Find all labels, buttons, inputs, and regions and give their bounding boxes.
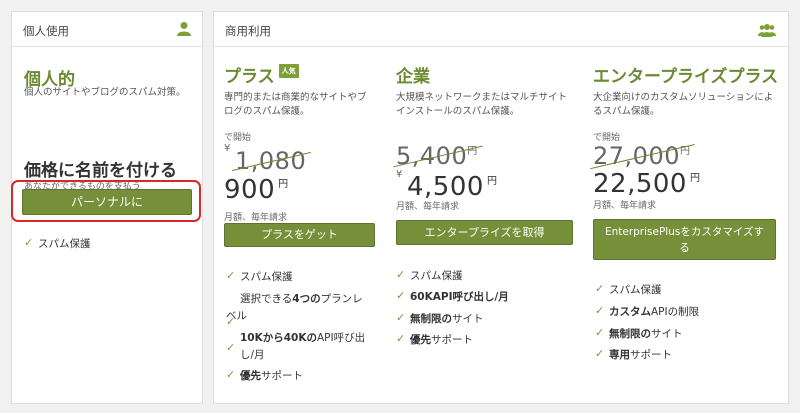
commercial-header-title: 商用利用 bbox=[225, 24, 271, 38]
check-icon: ✓ bbox=[396, 311, 406, 324]
check-icon: ✓ bbox=[396, 289, 406, 302]
plus-new-price-wrap: 900 円 bbox=[224, 175, 288, 205]
personal-plan-desc: 個人のサイトやブログのスパム対策。 bbox=[24, 87, 186, 98]
plus-old-price-wrap: 1,080 bbox=[231, 147, 312, 175]
plus-plan-name: プラス 人気 bbox=[224, 62, 384, 87]
enterprise-plus-plan: エンタープライズプラス 大企業向けのカスタムソリューションによ るスパム保護。 bbox=[593, 62, 783, 119]
name-price-heading: 価格に名前を付ける bbox=[24, 161, 177, 181]
enterprise-plus-old-price-wrap: 27,000円 bbox=[590, 142, 696, 170]
enterprise-plus-billing: 月額、毎年請求 bbox=[593, 201, 657, 211]
plus-old-price: 1,080 bbox=[231, 147, 312, 175]
user-icon bbox=[177, 21, 191, 40]
enterprise-price-unit: 円 bbox=[486, 176, 497, 187]
personal-header-title: 個人使用 bbox=[23, 24, 69, 38]
enterprise-new-price-wrap: 4,500 円 bbox=[407, 172, 497, 202]
enterprise-plus-plan-desc: 大企業向けのカスタムソリューションによ るスパム保護。 bbox=[593, 92, 774, 117]
enterprise-plus-feature-item: ✓ カスタム APIの制限 bbox=[595, 304, 700, 318]
enterprise-currency: ¥ bbox=[396, 169, 403, 180]
plus-feature-item: ✓ スパム保護 bbox=[226, 269, 293, 283]
enterprise-feature-item: ✓ 優先 サポート bbox=[396, 332, 473, 346]
enterprise-plus-feature-item: ✓ 専用 サポート bbox=[595, 347, 672, 361]
enterprise-feature-item: ✓ 無制限の サイト bbox=[396, 311, 484, 325]
check-icon: ✓ bbox=[396, 332, 406, 345]
plus-plan-desc: 専門的または商業的なサイトやブ ログのスパム保護。 bbox=[224, 92, 367, 117]
check-icon: ✓ bbox=[396, 268, 406, 281]
check-icon: ✓ bbox=[595, 326, 605, 339]
enterprise-plus-plan-name: エンタープライズプラス bbox=[593, 67, 779, 87]
customize-enterprise-plus-button[interactable]: EnterprisePlusをカスタマイズす る bbox=[593, 219, 776, 260]
plus-plan: プラス 人気 専門的または商業的なサイトやブ ログのスパム保護。 bbox=[224, 62, 384, 119]
check-icon: ✓ bbox=[595, 304, 605, 317]
enterprise-plus-new-price-wrap: 22,500 円 bbox=[593, 169, 700, 199]
enterprise-old-price: 5,400円 bbox=[393, 142, 483, 170]
enterprise-new-price: 4,500 bbox=[407, 172, 484, 202]
enterprise-plus-new-price: 22,500 bbox=[593, 169, 687, 199]
check-icon: ✓ bbox=[595, 282, 605, 295]
enterprise-billing: 月額、毎年請求 bbox=[396, 202, 460, 212]
get-enterprise-button[interactable]: エンタープライズを取得 bbox=[396, 220, 573, 245]
enterprise-plus-feature-item: ✓ スパム保護 bbox=[595, 282, 662, 296]
plus-billing: 月額、毎年請求 bbox=[224, 213, 288, 223]
check-icon: ✓ bbox=[226, 368, 236, 381]
popular-badge: 人気 bbox=[278, 64, 299, 78]
personal-card-header: 個人使用 bbox=[12, 12, 202, 47]
users-group-icon bbox=[758, 22, 776, 41]
plus-feature-item: ✓ 選択できる4つのプランレ ベル bbox=[226, 293, 363, 328]
plus-feature-item: ✓ 10Kから40KのAPI呼び出 し/月 bbox=[226, 332, 366, 361]
enterprise-plus-feature-item: ✓ 無制限の サイト bbox=[595, 326, 683, 340]
enterprise-plan: 企業 大規模ネットワークまたはマルチサイト インストールのスパム保護。 bbox=[396, 62, 576, 119]
check-icon: ✓ bbox=[24, 236, 34, 249]
personal-feature-item: ✓ スパム保護 bbox=[24, 236, 91, 250]
enterprise-plus-old-price: 27,000円 bbox=[590, 142, 696, 170]
check-icon: ✓ bbox=[226, 341, 236, 354]
plus-starting-label: で開始 bbox=[224, 133, 252, 143]
get-plus-button[interactable]: プラスをゲット bbox=[224, 223, 375, 247]
commercial-card: 商用利用 プラス 人気 専門的または商業的なサイトやブ ログのスパム保護。 で開始… bbox=[213, 11, 789, 404]
plus-new-price: 900 bbox=[224, 175, 276, 205]
plus-price-unit: 円 bbox=[278, 179, 289, 190]
plus-currency: ¥ bbox=[224, 143, 231, 154]
enterprise-old-price-wrap: 5,400円 bbox=[393, 142, 483, 170]
enterprise-plan-name: 企業 bbox=[396, 67, 430, 87]
check-icon: ✓ bbox=[595, 347, 605, 360]
plus-feature-item: ✓ 優先 サポート bbox=[226, 368, 303, 382]
enterprise-feature-item: ✓ 60KAPI呼び出し/月 bbox=[396, 289, 509, 303]
commercial-card-header: 商用利用 bbox=[214, 12, 788, 47]
enterprise-plan-desc: 大規模ネットワークまたはマルチサイト インストールのスパム保護。 bbox=[396, 92, 568, 117]
personal-button-highlight bbox=[11, 180, 201, 222]
enterprise-feature-item: ✓ スパム保護 bbox=[396, 268, 463, 282]
enterprise-plus-price-unit: 円 bbox=[689, 173, 700, 184]
check-icon: ✓ bbox=[226, 269, 236, 282]
